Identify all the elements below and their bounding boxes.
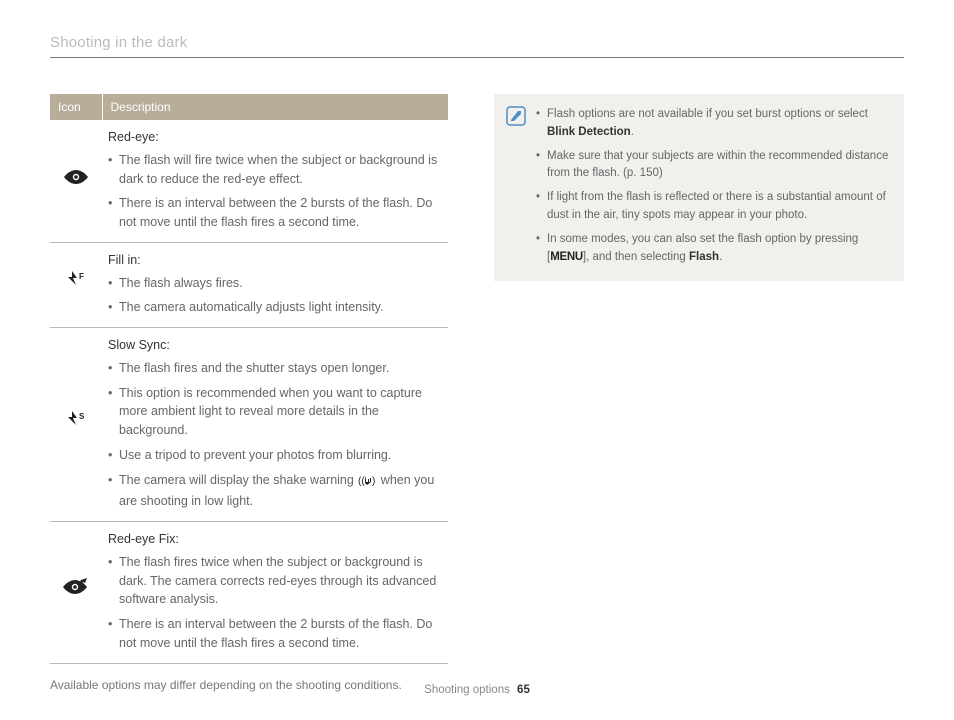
row-title: Red-eye Fix: [108,532,179,546]
note-item: In some modes, you can also set the flas… [536,231,890,267]
bullet: The flash fires and the shutter stays op… [108,359,442,378]
red-eye-fix-icon [63,578,89,604]
row-title: Red-eye: [108,130,159,144]
bullet: The camera will display the shake warnin… [108,471,442,512]
svg-text:): ) [372,476,375,487]
svg-text:((: (( [358,476,365,487]
table-row: S Slow Sync: The flash fires and the shu… [50,328,448,522]
col-header-description: Description [102,94,448,120]
footer-section: Shooting options [424,684,510,696]
row-title: Slow Sync: [108,338,170,352]
page-title: Shooting in the dark [50,34,904,58]
note-icon [506,113,526,130]
page-number: 65 [517,684,530,696]
bullet: There is an interval between the 2 burst… [108,194,442,232]
note-item: If light from the flash is reflected or … [536,189,890,225]
table-row: Red-eye: The flash will fire twice when … [50,120,448,242]
bullet: The flash will fire twice when the subje… [108,151,442,189]
note-item: Make sure that your subjects are within … [536,148,890,184]
bullet: Use a tripod to prevent your photos from… [108,446,442,465]
note-box: Flash options are not available if you s… [494,94,904,281]
slow-sync-icon: S [65,411,87,437]
note-item: Flash options are not available if you s… [536,106,890,142]
col-header-icon: Icon [50,94,102,120]
row-title: Fill in: [108,253,141,267]
table-row: F Fill in: The flash always fires. The c… [50,242,448,327]
red-eye-icon [64,170,88,190]
bullet: The flash always fires. [108,274,442,293]
flash-options-table: Icon Description Red-eye: [50,94,448,664]
svg-text:F: F [79,272,84,281]
page-footer: Shooting options 65 [0,684,954,696]
shake-warning-icon: (() [358,473,376,493]
bullet: There is an interval between the 2 burst… [108,615,442,653]
bullet: The flash fires twice when the subject o… [108,553,442,609]
bullet: This option is recommended when you want… [108,384,442,440]
fill-in-icon: F [65,271,87,297]
table-row: Red-eye Fix: The flash fires twice when … [50,522,448,664]
svg-text:S: S [79,412,85,421]
bullet: The camera automatically adjusts light i… [108,298,442,317]
